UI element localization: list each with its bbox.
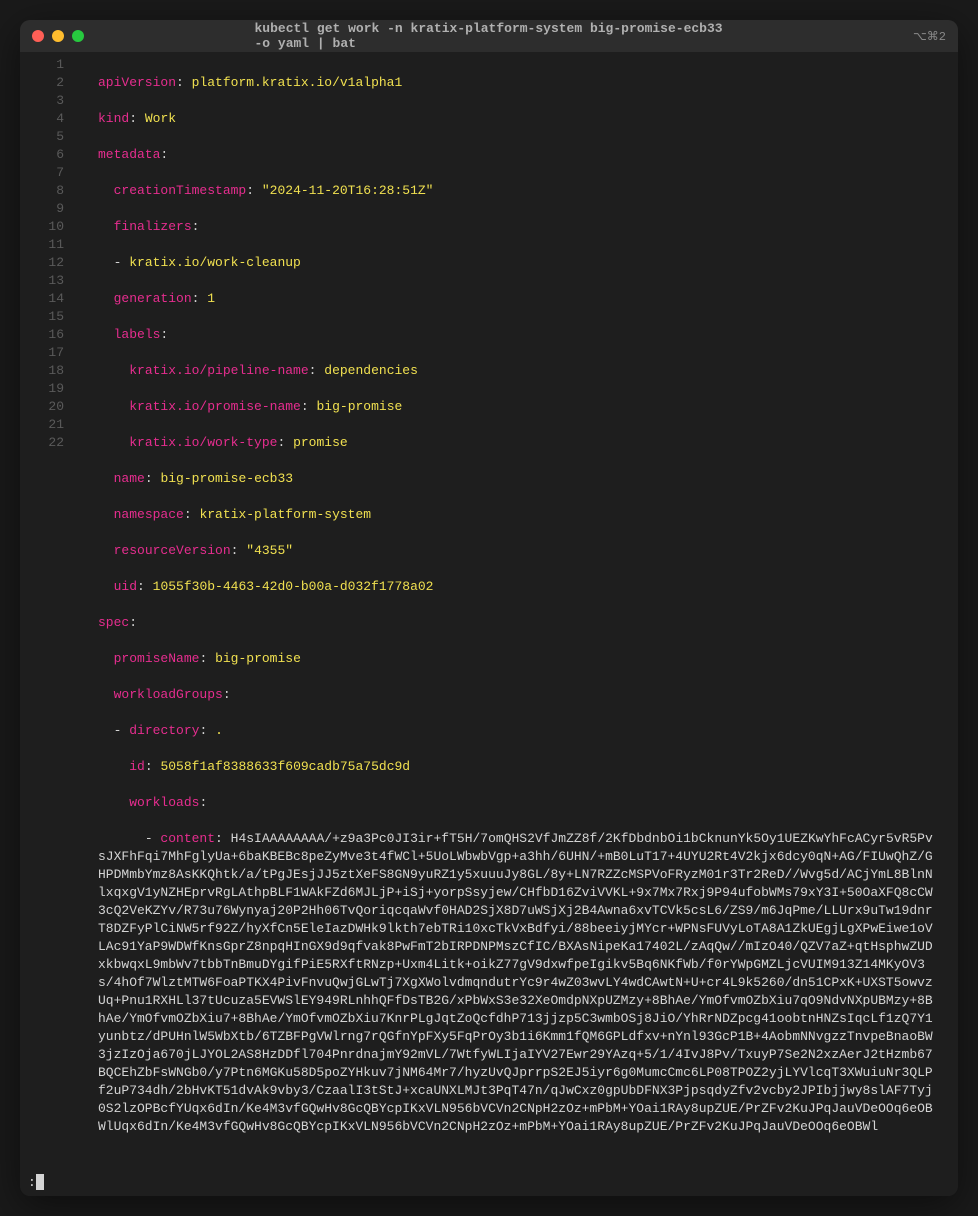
yaml-value: big-promise [316,399,402,414]
yaml-line: promiseName: big-promise [98,650,946,668]
yaml-value: big-promise-ecb33 [160,471,293,486]
pager-prompt[interactable]: : [20,1172,958,1192]
terminal-window: kubectl get work -n kratix-platform-syst… [20,20,958,1196]
minimize-button[interactable] [52,30,64,42]
line-number: 8 [20,182,64,200]
yaml-key: spec [98,615,129,630]
yaml-value: big-promise [215,651,301,666]
yaml-key: apiVersion [98,75,176,90]
yaml-line: kratix.io/work-type: promise [98,434,946,452]
yaml-line: resourceVersion: "4355" [98,542,946,560]
line-number: 6 [20,146,64,164]
yaml-key: finalizers [114,219,192,234]
yaml-key: workloadGroups [114,687,223,702]
yaml-key: kratix.io/pipeline-name [129,363,308,378]
yaml-line: finalizers: [98,218,946,236]
yaml-value: 1055f30b-4463-42d0-b00a-d032f1778a02 [153,579,434,594]
line-number: 2 [20,74,64,92]
line-number: 20 [20,398,64,416]
yaml-line: workloadGroups: [98,686,946,704]
window-right-status: ⌥⌘2 [913,29,946,44]
line-number-gutter: 1 2 3 4 5 6 7 8 9 10 11 12 13 14 15 16 1… [20,56,80,1172]
yaml-value: platform.kratix.io/v1alpha1 [192,75,403,90]
yaml-value: "2024-11-20T16:28:51Z" [262,183,434,198]
line-number: 9 [20,200,64,218]
yaml-value: kratix.io/work-cleanup [129,255,301,270]
line-number: 15 [20,308,64,326]
yaml-line: apiVersion: platform.kratix.io/v1alpha1 [98,74,946,92]
yaml-key: generation [114,291,192,306]
yaml-key: promiseName [114,651,200,666]
yaml-key: creationTimestamp [114,183,247,198]
yaml-key: content [160,831,215,846]
yaml-value: promise [293,435,348,450]
yaml-line: generation: 1 [98,290,946,308]
yaml-line: labels: [98,326,946,344]
line-number: 18 [20,362,64,380]
yaml-line: spec: [98,614,946,632]
terminal-body[interactable]: 1 2 3 4 5 6 7 8 9 10 11 12 13 14 15 16 1… [20,52,958,1196]
yaml-line: id: 5058f1af8388633f609cadb75a75dc9d [98,758,946,776]
yaml-value: dependencies [324,363,418,378]
cursor [36,1174,44,1190]
yaml-line: - kratix.io/work-cleanup [98,254,946,272]
yaml-value: 5058f1af8388633f609cadb75a75dc9d [160,759,410,774]
yaml-value: Work [145,111,176,126]
yaml-line: kind: Work [98,110,946,128]
yaml-value: 1 [207,291,215,306]
line-number: 16 [20,326,64,344]
window-title: kubectl get work -n kratix-platform-syst… [255,21,724,51]
base64-content: H4sIAAAAAAAA/+z9a3Pc0JI3ir+fT5H/7omQHS2V… [98,831,933,1134]
yaml-line: workloads: [98,794,946,812]
yaml-line: namespace: kratix-platform-system [98,506,946,524]
yaml-value: kratix-platform-system [199,507,371,522]
yaml-value: . [215,723,223,738]
yaml-key: namespace [114,507,184,522]
line-number: 3 [20,92,64,110]
line-number: 13 [20,272,64,290]
yaml-key: metadata [98,147,160,162]
line-number: 4 [20,110,64,128]
yaml-line: metadata: [98,146,946,164]
title-bar: kubectl get work -n kratix-platform-syst… [20,20,958,52]
yaml-line: kratix.io/promise-name: big-promise [98,398,946,416]
line-number: 10 [20,218,64,236]
maximize-button[interactable] [72,30,84,42]
yaml-key: kratix.io/promise-name [129,399,301,414]
yaml-value: "4355" [246,543,293,558]
line-number: 17 [20,344,64,362]
line-number: 11 [20,236,64,254]
yaml-line: kratix.io/pipeline-name: dependencies [98,362,946,380]
yaml-line: - directory: . [98,722,946,740]
pager-prompt-char: : [28,1175,36,1190]
yaml-line: uid: 1055f30b-4463-42d0-b00a-d032f1778a0… [98,578,946,596]
yaml-content-blob: - content: H4sIAAAAAAAA/+z9a3Pc0JI3ir+fT… [98,830,946,1136]
yaml-key: labels [114,327,161,342]
yaml-line: name: big-promise-ecb33 [98,470,946,488]
traffic-lights [32,30,84,42]
line-number: 19 [20,380,64,398]
yaml-key: kratix.io/work-type [129,435,277,450]
yaml-key: name [114,471,145,486]
yaml-key: uid [114,579,137,594]
line-number: 7 [20,164,64,182]
yaml-key: id [129,759,145,774]
yaml-key: resourceVersion [114,543,231,558]
line-number: 5 [20,128,64,146]
line-number: 12 [20,254,64,272]
line-number: 14 [20,290,64,308]
close-button[interactable] [32,30,44,42]
yaml-key: workloads [129,795,199,810]
line-number: 1 [20,56,64,74]
yaml-line: creationTimestamp: "2024-11-20T16:28:51Z… [98,182,946,200]
yaml-key: directory [129,723,199,738]
code-area[interactable]: apiVersion: platform.kratix.io/v1alpha1 … [80,56,958,1172]
line-number: 22 [20,434,64,452]
yaml-key: kind [98,111,129,126]
line-number: 21 [20,416,64,434]
